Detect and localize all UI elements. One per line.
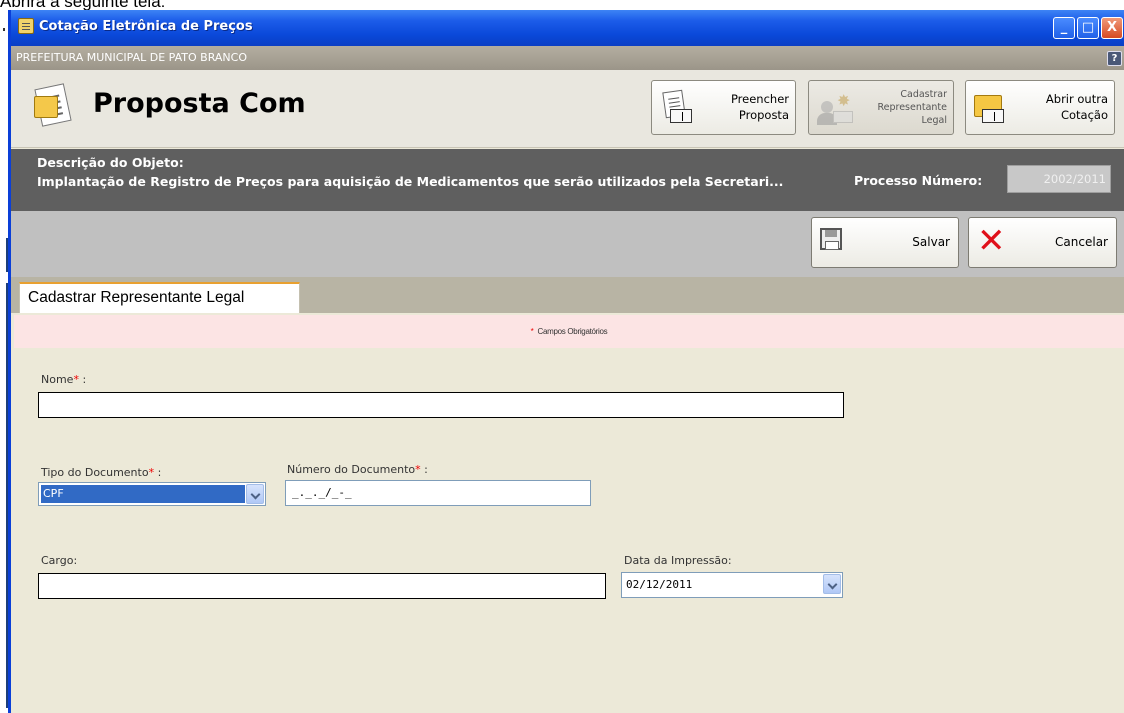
open-folder-icon [974,91,1008,125]
preencher-proposta-button[interactable]: Preencher Proposta [651,80,796,135]
organization-bar: PREFEITURA MUNICIPAL DE PATO BRANCO ? [11,46,1124,70]
object-description-bar: Descrição do Objeto: Implantação de Regi… [11,149,1124,211]
process-number-field: 2002/2011 [1007,165,1111,193]
required-note-text: Campos Obrigatórios [537,327,608,336]
app-icon [18,18,34,34]
minimize-button[interactable]: _ [1053,17,1075,39]
tipo-documento-select[interactable]: CPF [38,482,266,506]
page-header: Proposta Com Preencher Proposta ✸ Cadast… [11,70,1124,148]
page-title: Proposta Com [93,88,306,119]
proposal-document-icon [34,83,74,128]
application-window: Cotação Eletrônica de Preços _ □ X PREFE… [8,10,1124,713]
tab-cadastrar-representante[interactable]: Cadastrar Representante Legal [19,282,300,314]
cancel-label: Cancelar [1055,235,1108,249]
representative-icon: ✸ [817,91,857,127]
tipo-documento-label: Tipo do Documento* : [41,466,162,479]
numero-documento-input[interactable]: _._._/_-_ [285,480,591,506]
preencher-proposta-label: Preencher Proposta [730,92,789,122]
cancel-button[interactable]: ✕ Cancelar [968,217,1117,268]
representative-form: * Campos Obrigatórios Nome* : Tipo do Doc… [11,313,1124,713]
abrir-outra-cotacao-button[interactable]: Abrir outra Cotação [965,80,1115,135]
nome-label: Nome* : [41,373,87,386]
process-number-label: Processo Número: [854,173,983,188]
window-title: Cotação Eletrônica de Preços [39,19,253,34]
required-fields-note: * Campos Obrigatórios [14,315,1124,348]
cancel-x-icon: ✕ [977,221,1006,261]
title-bar[interactable]: Cotação Eletrônica de Preços _ □ X [11,10,1124,46]
data-impressao-label: Data da Impressão: [624,554,732,567]
page-margin-marks [0,0,8,713]
close-button[interactable]: X [1101,17,1123,39]
save-button[interactable]: Salvar [811,217,959,268]
action-bar: Salvar ✕ Cancelar [11,211,1124,277]
chevron-down-icon[interactable] [246,484,264,504]
form-icon [662,89,692,125]
required-asterisk: * [530,327,534,336]
numero-documento-label: Número do Documento* : [287,463,428,476]
tipo-documento-value: CPF [41,485,245,503]
tab-strip: Cadastrar Representante Legal [11,277,1124,314]
cargo-label: Cargo: [41,554,78,567]
abrir-outra-cotacao-label: Abrir outra Cotação [1045,92,1108,122]
maximize-button[interactable]: □ [1077,17,1099,39]
help-icon[interactable]: ? [1107,51,1122,66]
cargo-input[interactable] [38,573,606,599]
data-impressao-select[interactable]: 02/12/2011 [621,572,843,598]
object-description-label: Descrição do Objeto: [37,155,184,170]
floppy-disk-icon [820,228,842,250]
organization-name: PREFEITURA MUNICIPAL DE PATO BRANCO [16,51,247,64]
data-impressao-value: 02/12/2011 [626,578,693,591]
cadastrar-representante-button[interactable]: ✸ Cadastrar Representante Legal [808,80,954,135]
save-label: Salvar [912,235,950,249]
chevron-down-icon[interactable] [823,574,841,594]
nome-input[interactable] [38,392,844,418]
cadastrar-representante-label: Cadastrar Representante Legal [877,89,947,126]
object-description-text: Implantação de Registro de Preços para a… [37,174,784,189]
